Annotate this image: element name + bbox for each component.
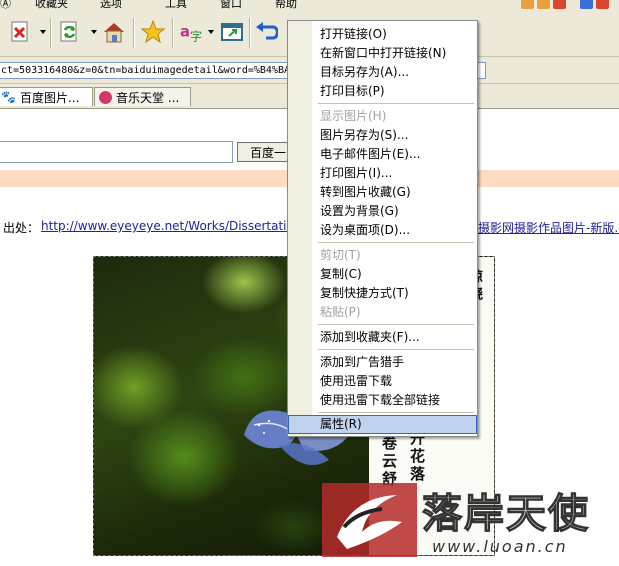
tray-icon[interactable] <box>537 0 550 9</box>
tab-label: 百度图片... <box>19 90 80 105</box>
music-icon <box>99 90 112 104</box>
menu-help[interactable]: 帮助 <box>275 0 297 10</box>
menu-add-to-favorites[interactable]: 添加到收藏夹(F)... <box>288 328 477 347</box>
tab-label: 音乐天堂 ... <box>116 90 180 105</box>
menu-properties[interactable]: 属性(R) <box>288 415 477 434</box>
minimize-icon[interactable] <box>580 0 593 9</box>
watermark-url: www.luoan.cn <box>432 537 568 556</box>
menu-goto-my-pictures[interactable]: 转到图片收藏(G) <box>288 183 477 202</box>
menu-show-picture: 显示图片(H) <box>320 109 387 123</box>
watermark-text: 落岸天使 <box>422 490 590 537</box>
menu-favorites[interactable]: 收藏夹 <box>35 0 68 10</box>
tab-baidu-images[interactable]: 🐾 百度图片... <box>0 87 93 106</box>
menu-item-fragment[interactable]: Ⓐ <box>0 0 11 10</box>
menu-print-picture[interactable]: 打印图片(I)... <box>288 164 477 183</box>
source-link[interactable]: http://www.eyeyeye.net/Works/Dissertatio… <box>41 219 291 233</box>
menu-email-picture[interactable]: 电子邮件图片(E)... <box>288 145 477 164</box>
menu-tools[interactable]: 工具 <box>165 0 187 10</box>
menu-print-target[interactable]: 打印目标(P) <box>288 82 477 101</box>
search-input[interactable] <box>0 141 233 163</box>
svg-text:字: 字 <box>190 28 202 43</box>
chevron-down-icon[interactable] <box>208 30 214 34</box>
menu-add-to-ad-hunter[interactable]: 添加到广告猎手 <box>288 353 477 372</box>
menu-window[interactable]: 窗口 <box>220 0 242 10</box>
menu-copy-shortcut[interactable]: 复制快捷方式(T) <box>288 284 477 303</box>
search-button[interactable]: 百度一 <box>237 142 292 162</box>
menu-set-as-background[interactable]: 设置为背景(G) <box>288 202 477 221</box>
paw-icon: 🐾 <box>1 90 16 104</box>
menu-options[interactable]: 选项 <box>100 0 122 10</box>
svg-text:a: a <box>180 24 190 41</box>
favorites-star-icon[interactable] <box>141 20 165 44</box>
menu-save-picture-as[interactable]: 图片另存为(S)... <box>288 126 477 145</box>
window-buttons <box>521 0 609 10</box>
translate-icon[interactable]: a字 <box>180 20 204 44</box>
home-icon[interactable] <box>102 20 126 44</box>
chevron-down-icon[interactable] <box>91 30 97 34</box>
chevron-down-icon[interactable] <box>40 30 46 34</box>
menu-paste: 粘贴(P) <box>320 305 361 319</box>
menu-download-all-thunder[interactable]: 使用迅雷下载全部链接 <box>288 391 477 410</box>
menu-cut: 剪切(T) <box>320 248 361 262</box>
menu-download-thunder[interactable]: 使用迅雷下载 <box>288 372 477 391</box>
menu-copy[interactable]: 复制(C) <box>288 265 477 284</box>
close-icon[interactable] <box>553 0 566 9</box>
menu-save-target-as[interactable]: 目标另存为(A)... <box>288 63 477 82</box>
stop-icon[interactable] <box>8 20 32 44</box>
tab-music-heaven[interactable]: 音乐天堂 ... <box>94 87 191 106</box>
undo-icon[interactable] <box>254 20 278 44</box>
menu-set-as-desktop-item[interactable]: 设为桌面项(D)... <box>288 221 477 240</box>
refresh-icon[interactable] <box>58 20 82 44</box>
source-link-tail[interactable]: 摄影网摄影作品图片-新版... <box>478 219 619 236</box>
context-menu: 打开链接(O) 在新窗口中打开链接(N) 目标另存为(A)... 打印目标(P)… <box>287 20 478 437</box>
tray-icon[interactable] <box>521 0 534 9</box>
menu-open-link[interactable]: 打开链接(O) <box>288 25 477 44</box>
close-icon[interactable] <box>596 0 609 9</box>
source-label: 出处： <box>3 221 40 235</box>
menu-open-new-window[interactable]: 在新窗口中打开链接(N) <box>288 44 477 63</box>
window-icon[interactable] <box>220 20 244 44</box>
